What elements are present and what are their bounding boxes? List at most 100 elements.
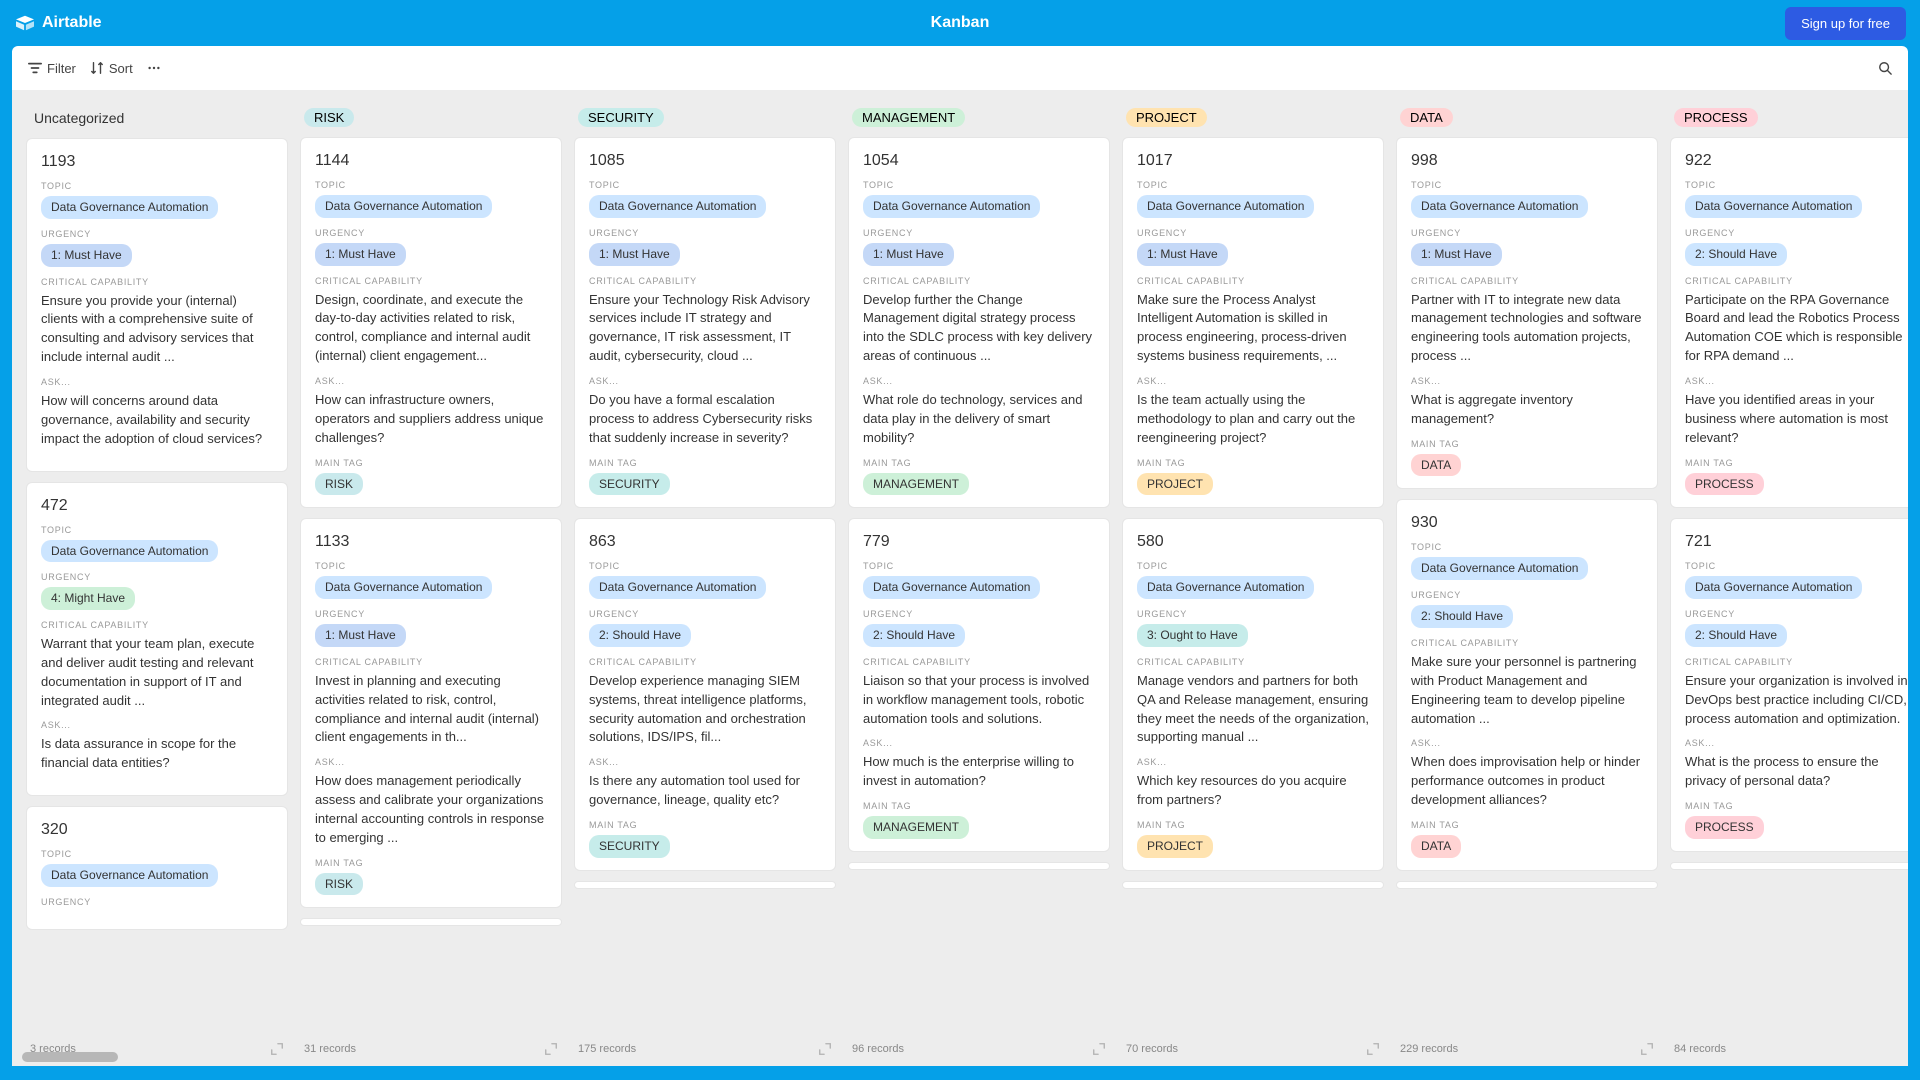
field-label-ask: ASK... bbox=[863, 376, 1095, 386]
field-label-ask: ASK... bbox=[589, 757, 821, 767]
field-label-topic: TOPIC bbox=[1137, 180, 1369, 190]
topic-pill: Data Governance Automation bbox=[1685, 576, 1862, 599]
field-label-urgency: URGENCY bbox=[41, 897, 273, 907]
kanban-card[interactable]: 721TOPICData Governance AutomationURGENC… bbox=[1670, 518, 1908, 852]
kanban-column: RISK 1144TOPICData Governance AutomationU… bbox=[294, 102, 568, 1066]
main-tag-pill: DATA bbox=[1411, 454, 1461, 477]
field-label-critical: CRITICAL CAPABILITY bbox=[863, 276, 1095, 286]
urgency-pill: 1: Must Have bbox=[589, 243, 680, 266]
expand-icon[interactable] bbox=[1366, 1042, 1380, 1056]
field-label-urgency: URGENCY bbox=[1137, 609, 1369, 619]
field-label-ask: ASK... bbox=[1685, 738, 1908, 748]
urgency-pill: 3: Ought to Have bbox=[1137, 624, 1248, 647]
urgency-pill: 2: Should Have bbox=[1411, 605, 1513, 628]
sort-button[interactable]: Sort bbox=[90, 61, 133, 76]
more-icon bbox=[147, 61, 161, 75]
kanban-card[interactable]: 930TOPICData Governance AutomationURGENC… bbox=[1396, 499, 1658, 870]
card-id: 930 bbox=[1411, 514, 1643, 532]
card-id: 1054 bbox=[863, 152, 1095, 170]
kanban-card[interactable]: 1144TOPICData Governance AutomationURGEN… bbox=[300, 137, 562, 508]
card-id: 580 bbox=[1137, 533, 1369, 551]
ask-text: What is aggregate inventory management? bbox=[1411, 391, 1643, 429]
field-label-critical: CRITICAL CAPABILITY bbox=[863, 657, 1095, 667]
record-count: 96 records bbox=[852, 1043, 904, 1055]
column-body[interactable]: 1017TOPICData Governance AutomationURGEN… bbox=[1116, 137, 1390, 1032]
kanban-column: PROCESS922TOPICData Governance Automatio… bbox=[1664, 102, 1908, 1066]
kanban-column: SECURITY1085TOPICData Governance Automat… bbox=[568, 102, 842, 1066]
signup-button[interactable]: Sign up for free bbox=[1785, 7, 1906, 40]
topic-pill: Data Governance Automation bbox=[1137, 195, 1314, 218]
card-id: 1133 bbox=[315, 533, 547, 551]
column-body[interactable]: 1193TOPICData Governance AutomationURGEN… bbox=[20, 138, 294, 1032]
kanban-card[interactable]: 998TOPICData Governance AutomationURGENC… bbox=[1396, 137, 1658, 489]
expand-icon[interactable] bbox=[544, 1042, 558, 1056]
field-label-ask: ASK... bbox=[863, 738, 1095, 748]
kanban-card[interactable]: 779TOPICData Governance AutomationURGENC… bbox=[848, 518, 1110, 852]
card-id: 472 bbox=[41, 497, 273, 515]
main-tag-pill: DATA bbox=[1411, 835, 1461, 858]
kanban-card[interactable]: 863TOPICData Governance AutomationURGENC… bbox=[574, 518, 836, 870]
urgency-pill: 1: Must Have bbox=[1411, 243, 1502, 266]
field-label-topic: TOPIC bbox=[1685, 561, 1908, 571]
column-body[interactable]: 922TOPICData Governance AutomationURGENC… bbox=[1664, 137, 1908, 1032]
airtable-icon bbox=[14, 14, 36, 32]
expand-icon[interactable] bbox=[1640, 1042, 1654, 1056]
kanban-card[interactable]: 1017TOPICData Governance AutomationURGEN… bbox=[1122, 137, 1384, 508]
field-label-topic: TOPIC bbox=[41, 181, 273, 191]
card-id: 1144 bbox=[315, 152, 547, 170]
critical-text: Make sure your personnel is partnering w… bbox=[1411, 653, 1643, 728]
column-header: SECURITY bbox=[568, 102, 842, 137]
card-peek[interactable] bbox=[848, 862, 1110, 870]
card-id: 721 bbox=[1685, 533, 1908, 551]
column-body[interactable]: 1054TOPICData Governance AutomationURGEN… bbox=[842, 137, 1116, 1032]
card-peek[interactable] bbox=[1122, 881, 1384, 889]
filter-label: Filter bbox=[47, 61, 76, 76]
field-label-topic: TOPIC bbox=[315, 561, 547, 571]
card-peek[interactable] bbox=[1670, 862, 1908, 870]
topic-pill: Data Governance Automation bbox=[1411, 557, 1588, 580]
field-label-maintag: MAIN TAG bbox=[315, 858, 547, 868]
kanban-card[interactable]: 472TOPICData Governance AutomationURGENC… bbox=[26, 482, 288, 797]
kanban-card[interactable]: 1085TOPICData Governance AutomationURGEN… bbox=[574, 137, 836, 508]
urgency-pill: 2: Should Have bbox=[1685, 243, 1787, 266]
kanban-card[interactable]: 1054TOPICData Governance AutomationURGEN… bbox=[848, 137, 1110, 508]
expand-icon[interactable] bbox=[818, 1042, 832, 1056]
field-label-maintag: MAIN TAG bbox=[863, 458, 1095, 468]
main-tag-pill: RISK bbox=[315, 873, 363, 896]
kanban-card[interactable]: 580TOPICData Governance AutomationURGENC… bbox=[1122, 518, 1384, 870]
column-body[interactable]: 998TOPICData Governance AutomationURGENC… bbox=[1390, 137, 1664, 1032]
column-body[interactable]: 1144TOPICData Governance AutomationURGEN… bbox=[294, 137, 568, 1032]
ask-text: Have you identified areas in your busine… bbox=[1685, 391, 1908, 448]
field-label-maintag: MAIN TAG bbox=[863, 801, 1095, 811]
topic-pill: Data Governance Automation bbox=[589, 195, 766, 218]
column-title: PROJECT bbox=[1126, 108, 1207, 127]
field-label-maintag: MAIN TAG bbox=[589, 820, 821, 830]
search-icon[interactable] bbox=[1878, 61, 1892, 75]
kanban-card[interactable]: 922TOPICData Governance AutomationURGENC… bbox=[1670, 137, 1908, 508]
kanban-card[interactable]: 1193TOPICData Governance AutomationURGEN… bbox=[26, 138, 288, 472]
card-id: 779 bbox=[863, 533, 1095, 551]
field-label-critical: CRITICAL CAPABILITY bbox=[41, 620, 273, 630]
field-label-ask: ASK... bbox=[41, 377, 273, 387]
brand-logo[interactable]: Airtable bbox=[14, 14, 102, 32]
field-label-ask: ASK... bbox=[1137, 757, 1369, 767]
topic-pill: Data Governance Automation bbox=[1685, 195, 1862, 218]
column-body[interactable]: 1085TOPICData Governance AutomationURGEN… bbox=[568, 137, 842, 1032]
filter-button[interactable]: Filter bbox=[28, 61, 76, 76]
view-title: Kanban bbox=[931, 14, 990, 32]
column-header: MANAGEMENT bbox=[842, 102, 1116, 137]
kanban-card[interactable]: 1133TOPICData Governance AutomationURGEN… bbox=[300, 518, 562, 908]
ask-text: Which key resources do you acquire from … bbox=[1137, 772, 1369, 810]
expand-icon[interactable] bbox=[270, 1042, 284, 1056]
card-peek[interactable] bbox=[574, 881, 836, 889]
more-button[interactable] bbox=[147, 61, 161, 75]
kanban-card[interactable]: 320TOPICData Governance AutomationURGENC… bbox=[26, 806, 288, 930]
main-tag-pill: MANAGEMENT bbox=[863, 473, 969, 496]
card-peek[interactable] bbox=[300, 918, 562, 926]
horizontal-scrollbar[interactable] bbox=[22, 1052, 118, 1062]
field-label-ask: ASK... bbox=[1411, 376, 1643, 386]
kanban-board[interactable]: Uncategorized1193TOPICData Governance Au… bbox=[12, 90, 1908, 1066]
column-header: PROCESS bbox=[1664, 102, 1908, 137]
card-peek[interactable] bbox=[1396, 881, 1658, 889]
expand-icon[interactable] bbox=[1092, 1042, 1106, 1056]
